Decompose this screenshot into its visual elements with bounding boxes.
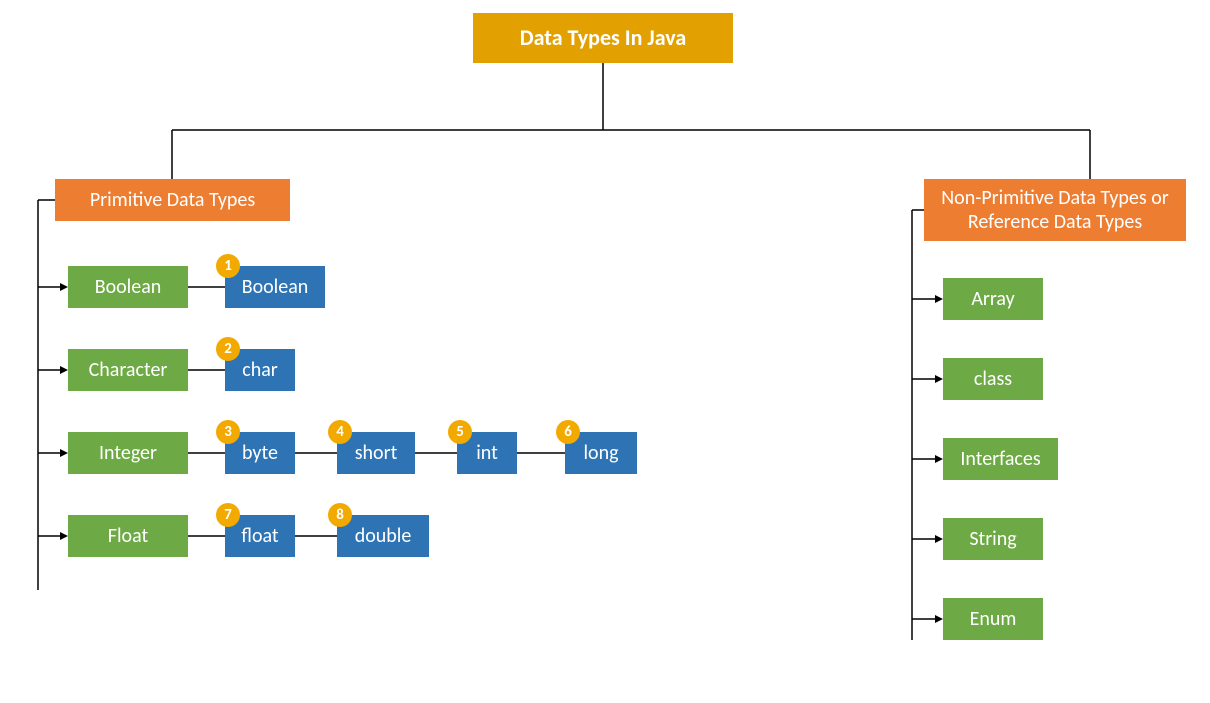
- badge-4-num: 4: [336, 423, 344, 441]
- diagram-title: Data Types In Java: [473, 13, 733, 63]
- type-boolean: Boolean: [225, 266, 325, 308]
- category-boolean: Boolean: [68, 266, 188, 308]
- badge-7: 7: [216, 503, 240, 527]
- badge-1-num: 1: [224, 257, 232, 275]
- type-short-text: short: [355, 441, 398, 465]
- nonprimitive-header-text: Non-Primitive Data Types or Reference Da…: [932, 186, 1178, 234]
- badge-1: 1: [216, 254, 240, 278]
- category-float: Float: [68, 515, 188, 557]
- badge-2: 2: [216, 337, 240, 361]
- type-char-text: char: [242, 358, 278, 382]
- badge-4: 4: [328, 420, 352, 444]
- badge-6: 6: [556, 420, 580, 444]
- np-class-text: class: [974, 367, 1012, 391]
- np-array-text: Array: [971, 287, 1014, 311]
- title-text: Data Types In Java: [520, 25, 686, 51]
- type-double: double: [337, 515, 429, 557]
- badge-3: 3: [216, 420, 240, 444]
- type-double-text: double: [355, 524, 412, 548]
- type-boolean-text: Boolean: [242, 275, 309, 299]
- badge-6-num: 6: [564, 423, 572, 441]
- primitive-header-text: Primitive Data Types: [90, 188, 255, 212]
- badge-5: 5: [448, 420, 472, 444]
- category-integer: Integer: [68, 432, 188, 474]
- category-boolean-text: Boolean: [95, 275, 162, 299]
- type-float-text: float: [241, 524, 278, 548]
- nonprimitive-header: Non-Primitive Data Types or Reference Da…: [924, 179, 1186, 241]
- np-string: String: [943, 518, 1043, 560]
- category-float-text: Float: [108, 524, 148, 548]
- category-character-text: Character: [89, 358, 168, 382]
- np-string-text: String: [969, 527, 1016, 551]
- badge-8-num: 8: [336, 506, 344, 524]
- np-interfaces-text: Interfaces: [960, 447, 1040, 471]
- primitive-header: Primitive Data Types: [55, 179, 290, 221]
- badge-5-num: 5: [456, 423, 464, 441]
- np-interfaces: Interfaces: [943, 438, 1058, 480]
- type-long-text: long: [583, 441, 618, 465]
- np-enum-text: Enum: [970, 607, 1017, 631]
- badge-7-num: 7: [224, 506, 232, 524]
- badge-3-num: 3: [224, 423, 232, 441]
- category-character: Character: [68, 349, 188, 391]
- np-enum: Enum: [943, 598, 1043, 640]
- np-class: class: [943, 358, 1043, 400]
- badge-2-num: 2: [224, 340, 232, 358]
- type-int-text: int: [476, 441, 498, 465]
- category-integer-text: Integer: [99, 441, 157, 465]
- type-byte-text: byte: [242, 441, 278, 465]
- badge-8: 8: [328, 503, 352, 527]
- np-array: Array: [943, 278, 1043, 320]
